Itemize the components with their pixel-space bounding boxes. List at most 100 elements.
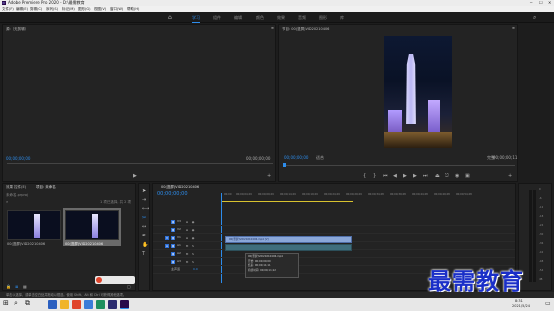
panel-menu-icon[interactable]: ≡: [512, 26, 515, 30]
source-scrubber[interactable]: [7, 163, 273, 164]
workspace-tab-assembly[interactable]: 组件: [213, 13, 221, 22]
icon-view-icon[interactable]: ▦: [23, 284, 27, 289]
step-back-icon[interactable]: ◀: [393, 173, 397, 179]
edge-icon[interactable]: [84, 300, 93, 309]
audio-clip[interactable]: [225, 244, 352, 251]
master-volume-value[interactable]: 0.0: [193, 267, 198, 271]
search-icon[interactable]: ⌕: [533, 14, 536, 22]
time-ruler[interactable]: 00;00 00;00;04;29 00;00;09;29 00;00;14;2…: [224, 193, 514, 197]
workspace-tab-graphics[interactable]: 图形: [319, 13, 327, 22]
track-target-toggle[interactable]: ▮: [171, 252, 175, 256]
workspace-tab-audio[interactable]: 音频: [298, 13, 306, 22]
task-view-icon[interactable]: ⧉: [25, 299, 30, 308]
search-icon[interactable]: ⌕: [14, 299, 18, 308]
track-target-toggle[interactable]: ▮: [171, 244, 175, 248]
work-area-bar[interactable]: [222, 201, 353, 202]
timeline-tab[interactable]: 00(竖屏)VID20210406: [161, 185, 199, 190]
panel-menu-icon[interactable]: ≡: [271, 26, 274, 30]
eye-icon[interactable]: ◉: [191, 220, 195, 224]
solo-button[interactable]: S: [191, 244, 195, 248]
clock-time[interactable]: 8:31: [515, 299, 523, 303]
track-label: V3: [177, 219, 181, 223]
workspace-tab-effects[interactable]: 效果: [277, 13, 285, 22]
track-select-tool-icon[interactable]: ⇥: [142, 197, 146, 203]
mute-button[interactable]: M: [185, 252, 189, 256]
eye-icon[interactable]: ◉: [191, 228, 195, 232]
source-add-icon[interactable]: +: [267, 173, 271, 179]
workspace-tab-libraries[interactable]: 库: [340, 13, 344, 22]
track-target-toggle[interactable]: ▮: [171, 228, 175, 232]
export-frame-icon[interactable]: ◉: [455, 173, 459, 179]
list-view-icon[interactable]: ≣: [15, 284, 18, 289]
solo-button[interactable]: S: [191, 252, 195, 256]
mute-button[interactable]: M: [185, 244, 189, 248]
pen-tool-icon[interactable]: ✒: [142, 233, 146, 239]
source-patch-toggle[interactable]: A: [165, 244, 169, 248]
lock-icon[interactable]: 🔒: [6, 284, 11, 289]
tower-image: [34, 214, 40, 238]
eye-icon[interactable]: ◉: [191, 236, 195, 240]
program-playhead[interactable]: [283, 163, 286, 167]
program-timecode-duration: 00;00;00;11: [493, 155, 518, 160]
program-add-icon[interactable]: +: [508, 173, 512, 179]
ruler-tick-label: 00;00;19;29: [302, 193, 318, 196]
clock-date[interactable]: 2021/5/24: [512, 304, 530, 308]
mark-in-icon[interactable]: {: [363, 173, 366, 179]
hand-tool-icon[interactable]: ✋: [142, 242, 148, 248]
meter-scale-label: -54: [539, 269, 544, 272]
go-to-out-icon[interactable]: ⏭: [423, 173, 428, 179]
type-tool-icon[interactable]: T: [142, 251, 145, 257]
solo-button[interactable]: S: [191, 260, 195, 264]
taskbar-app-icon[interactable]: [72, 300, 81, 309]
workspace-tab-color[interactable]: 颜色: [256, 13, 264, 22]
selection-tool-icon[interactable]: ➤: [142, 188, 146, 194]
taskbar-app-icon[interactable]: [96, 300, 105, 309]
ruler-tick-label: 00;00;04;29: [236, 193, 252, 196]
meter-scale-label: -12: [539, 206, 544, 209]
notification-icon[interactable]: ▭: [545, 300, 551, 307]
lock-icon[interactable]: ⊡: [185, 236, 189, 240]
workspace-tab-learn[interactable]: 学习: [192, 13, 200, 23]
file-explorer-icon[interactable]: [60, 300, 69, 309]
extract-icon[interactable]: ⎋: [445, 173, 449, 179]
workspace-bar: ⌂ 学习 组件 编辑 颜色 效果 音频 图形 库 ⌕: [0, 12, 554, 23]
track-label: 主声道: [171, 267, 181, 271]
track-target-toggle[interactable]: ▮: [171, 220, 175, 224]
tab-effect-controls[interactable]: 效果 控件(E): [6, 185, 26, 190]
building-image: [428, 100, 440, 132]
razor-tool-icon[interactable]: ✂: [142, 215, 146, 221]
comparison-view-icon[interactable]: ▣: [465, 173, 470, 179]
windows-start-icon[interactable]: ⊞: [3, 299, 9, 307]
video-clip[interactable]: 00(竖屏)VID20210406.mp4 [V]: [225, 236, 352, 243]
taskbar-app-icon[interactable]: [108, 300, 117, 309]
go-to-in-icon[interactable]: ⏮: [383, 173, 388, 179]
lock-icon[interactable]: ⊡: [185, 220, 189, 224]
program-zoom-select[interactable]: 适合: [316, 155, 324, 160]
source-patch-toggle[interactable]: V: [165, 236, 169, 240]
home-icon[interactable]: ⌂: [168, 14, 175, 21]
ripple-edit-tool-icon[interactable]: ⟷: [142, 206, 149, 212]
taskbar-app-icon[interactable]: [48, 300, 57, 309]
play-icon[interactable]: ▶: [403, 173, 407, 179]
meter-scale-label: dB: [539, 278, 543, 281]
workspace-tab-editing[interactable]: 编辑: [234, 13, 242, 22]
source-play-icon[interactable]: ▶: [133, 173, 137, 179]
track-target-toggle[interactable]: ▮: [171, 236, 175, 240]
project-panel: 效果 控件(E) 项目: 未命名 未命名.prproj ⌕ 1 项已选择, 共 …: [2, 183, 136, 291]
search-icon[interactable]: ⌕: [6, 199, 10, 204]
project-item-thumbnail[interactable]: [7, 210, 61, 240]
new-item-icon[interactable]: ▢: [127, 284, 131, 289]
mute-button[interactable]: M: [185, 260, 189, 264]
premiere-taskbar-icon[interactable]: [120, 300, 129, 309]
track-label: A1: [177, 243, 181, 247]
tab-project[interactable]: 项目: 未命名: [36, 185, 56, 190]
track-target-toggle[interactable]: ▮: [171, 260, 175, 264]
lift-icon[interactable]: ⏏: [435, 173, 440, 179]
slip-tool-icon[interactable]: ↔: [142, 224, 146, 230]
lock-icon[interactable]: ⊡: [185, 228, 189, 232]
ime-toolbar[interactable]: [95, 276, 135, 284]
mark-out-icon[interactable]: }: [373, 173, 376, 179]
step-forward-icon[interactable]: ▶: [413, 173, 417, 179]
project-item-selected[interactable]: 00(竖屏)VID20210406: [63, 208, 121, 246]
program-scrubber[interactable]: [283, 165, 515, 166]
